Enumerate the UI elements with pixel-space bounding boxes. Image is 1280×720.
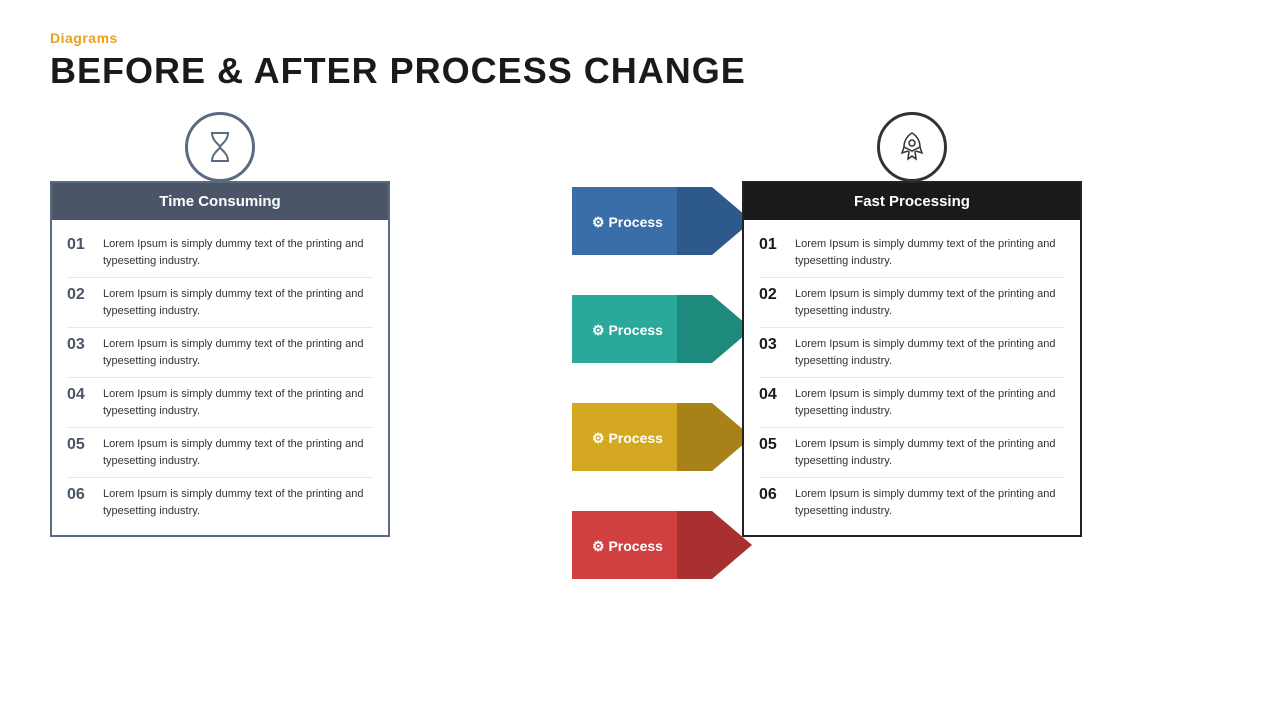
list-number: 03 bbox=[67, 336, 93, 354]
right-list-item: 05 Lorem Ipsum is simply dummy text of t… bbox=[759, 428, 1065, 478]
left-section: Time Consuming 01 Lorem Ipsum is simply … bbox=[50, 112, 390, 537]
list-number: 06 bbox=[759, 486, 785, 504]
list-number: 02 bbox=[759, 286, 785, 304]
left-box-header: Time Consuming bbox=[52, 183, 388, 220]
slide: Diagrams BEFORE & AFTER PROCESS CHANGE T… bbox=[0, 0, 1280, 720]
list-text: Lorem Ipsum is simply dummy text of the … bbox=[795, 286, 1065, 319]
list-text: Lorem Ipsum is simply dummy text of the … bbox=[103, 336, 373, 369]
left-list-item: 05 Lorem Ipsum is simply dummy text of t… bbox=[67, 428, 373, 478]
main-title: BEFORE & AFTER PROCESS CHANGE bbox=[50, 50, 1230, 92]
list-number: 05 bbox=[67, 436, 93, 454]
right-list-item: 03 Lorem Ipsum is simply dummy text of t… bbox=[759, 328, 1065, 378]
left-list-item: 02 Lorem Ipsum is simply dummy text of t… bbox=[67, 278, 373, 328]
left-list-item: 04 Lorem Ipsum is simply dummy text of t… bbox=[67, 378, 373, 428]
left-box: Time Consuming 01 Lorem Ipsum is simply … bbox=[50, 181, 390, 537]
left-list-item: 06 Lorem Ipsum is simply dummy text of t… bbox=[67, 478, 373, 527]
list-number: 04 bbox=[67, 386, 93, 404]
process-arrows-svg: ⚙ Process ⚙ Process ⚙ Process bbox=[382, 182, 752, 612]
list-number: 02 bbox=[67, 286, 93, 304]
list-text: Lorem Ipsum is simply dummy text of the … bbox=[103, 436, 373, 469]
list-text: Lorem Ipsum is simply dummy text of the … bbox=[103, 286, 373, 319]
list-number: 01 bbox=[67, 236, 93, 254]
list-number: 05 bbox=[759, 436, 785, 454]
list-text: Lorem Ipsum is simply dummy text of the … bbox=[795, 436, 1065, 469]
svg-text:⚙ Process: ⚙ Process bbox=[592, 322, 663, 338]
list-number: 03 bbox=[759, 336, 785, 354]
list-text: Lorem Ipsum is simply dummy text of the … bbox=[795, 386, 1065, 419]
list-text: Lorem Ipsum is simply dummy text of the … bbox=[795, 336, 1065, 369]
list-text: Lorem Ipsum is simply dummy text of the … bbox=[103, 486, 373, 519]
list-number: 06 bbox=[67, 486, 93, 504]
right-list-item: 04 Lorem Ipsum is simply dummy text of t… bbox=[759, 378, 1065, 428]
svg-text:⚙ Process: ⚙ Process bbox=[592, 538, 663, 554]
right-list-item: 01 Lorem Ipsum is simply dummy text of t… bbox=[759, 228, 1065, 278]
content-area: Time Consuming 01 Lorem Ipsum is simply … bbox=[50, 112, 1230, 617]
svg-text:⚙ Process: ⚙ Process bbox=[592, 214, 663, 230]
middle-section: ⚙ Process ⚙ Process ⚙ Process bbox=[382, 182, 752, 617]
category-label: Diagrams bbox=[50, 30, 1230, 46]
list-text: Lorem Ipsum is simply dummy text of the … bbox=[103, 236, 373, 269]
list-text: Lorem Ipsum is simply dummy text of the … bbox=[795, 486, 1065, 519]
right-box-header: Fast Processing bbox=[744, 183, 1080, 220]
list-text: Lorem Ipsum is simply dummy text of the … bbox=[795, 236, 1065, 269]
svg-text:⚙ Process: ⚙ Process bbox=[592, 430, 663, 446]
list-text: Lorem Ipsum is simply dummy text of the … bbox=[103, 386, 373, 419]
hourglass-icon bbox=[185, 112, 255, 182]
right-list-item: 02 Lorem Ipsum is simply dummy text of t… bbox=[759, 278, 1065, 328]
right-box-body: 01 Lorem Ipsum is simply dummy text of t… bbox=[744, 220, 1080, 535]
list-number: 04 bbox=[759, 386, 785, 404]
right-section: Fast Processing 01 Lorem Ipsum is simply… bbox=[742, 112, 1082, 537]
right-list-item: 06 Lorem Ipsum is simply dummy text of t… bbox=[759, 478, 1065, 527]
left-box-body: 01 Lorem Ipsum is simply dummy text of t… bbox=[52, 220, 388, 535]
list-number: 01 bbox=[759, 236, 785, 254]
right-box: Fast Processing 01 Lorem Ipsum is simply… bbox=[742, 181, 1082, 537]
rocket-icon bbox=[877, 112, 947, 182]
left-list-item: 01 Lorem Ipsum is simply dummy text of t… bbox=[67, 228, 373, 278]
left-list-item: 03 Lorem Ipsum is simply dummy text of t… bbox=[67, 328, 373, 378]
